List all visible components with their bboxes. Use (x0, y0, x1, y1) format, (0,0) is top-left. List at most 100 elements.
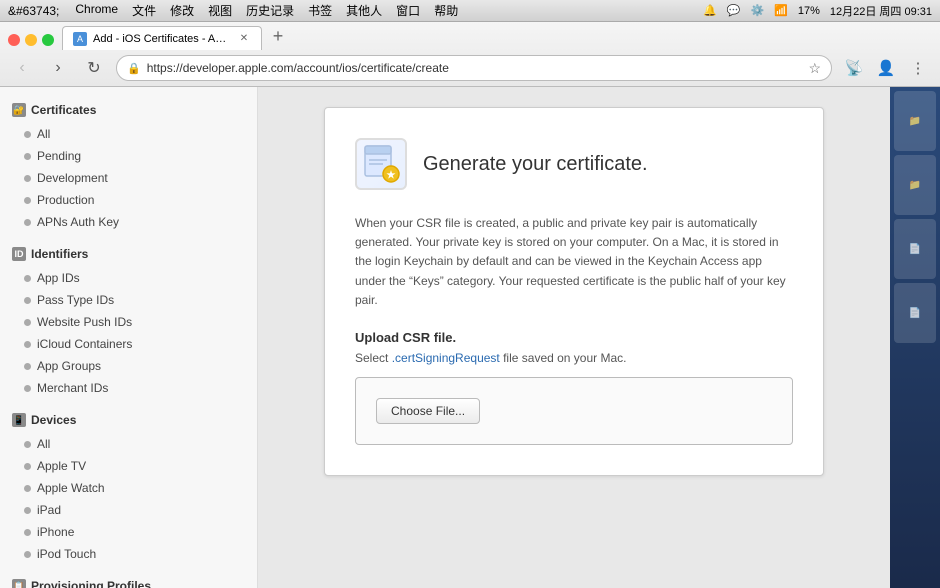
sidebar-dot (24, 507, 31, 514)
identifiers-icon: ID (12, 247, 26, 261)
sidebar-dot (24, 297, 31, 304)
lock-icon: 🔒 (127, 62, 141, 75)
sidebar-dot (24, 275, 31, 282)
sidebar-label: APNs Auth Key (37, 215, 119, 229)
notification-icon: 🔔 (703, 4, 717, 17)
profile-button[interactable]: 👤 (872, 54, 900, 82)
minimize-window-button[interactable] (25, 34, 37, 46)
menu-file[interactable]: 文件 (132, 2, 156, 19)
sidebar-dot (24, 485, 31, 492)
sidebar-label: Pass Type IDs (37, 293, 114, 307)
identifiers-section-label: Identifiers (31, 247, 88, 261)
new-tab-button[interactable]: + (266, 24, 290, 48)
sidebar-item-iphone[interactable]: iPhone (0, 521, 257, 543)
menu-bar-right: 🔔 💬 ⚙️ 📶 17% 12月22日 周四 09:31 (703, 3, 932, 19)
reload-button[interactable]: ↻ (80, 54, 108, 82)
right-panel: 📁 📁 📄 📄 (890, 87, 940, 588)
sidebar-dot (24, 197, 31, 204)
sidebar-item-ipad[interactable]: iPad (0, 499, 257, 521)
sidebar-dot (24, 551, 31, 558)
sidebar-section-profiles: 📋 Provisioning Profiles (0, 573, 257, 588)
sidebar-item-pending[interactable]: Pending (0, 145, 257, 167)
devices-icon: 📱 (12, 413, 26, 427)
upload-subtitle-suffix: file saved on your Mac. (500, 351, 627, 365)
cast-button[interactable]: 📡 (840, 54, 868, 82)
sidebar-label: Apple Watch (37, 481, 105, 495)
maximize-window-button[interactable] (42, 34, 54, 46)
sidebar-dot (24, 529, 31, 536)
card-description: When your CSR file is created, a public … (355, 214, 793, 310)
sidebar-item-apple-tv[interactable]: Apple TV (0, 455, 257, 477)
sidebar-dot (24, 219, 31, 226)
sidebar-label: Website Push IDs (37, 315, 132, 329)
sidebar-label: iCloud Containers (37, 337, 132, 351)
menu-bar: &#63743; Chrome 文件 修改 视图 历史记录 书签 其他人 窗口 … (0, 0, 940, 22)
content-card: ★ Generate your certificate. When your C… (324, 107, 824, 476)
browser-tab[interactable]: A Add - iOS Certificates - Apple ✕ (62, 26, 262, 50)
sidebar-label: Development (37, 171, 108, 185)
menu-bookmarks[interactable]: 书签 (308, 2, 332, 19)
tab-favicon: A (73, 32, 87, 46)
sidebar-item-merchant-ids[interactable]: Merchant IDs (0, 377, 257, 399)
close-window-button[interactable] (8, 34, 20, 46)
menu-people[interactable]: 其他人 (346, 2, 382, 19)
battery-text: 17% (798, 5, 820, 17)
svg-text:★: ★ (387, 170, 396, 181)
sidebar-item-pass-type-ids[interactable]: Pass Type IDs (0, 289, 257, 311)
menu-chrome[interactable]: Chrome (75, 2, 118, 19)
card-header: ★ Generate your certificate. (355, 138, 793, 190)
browser-toolbar: ‹ › ↻ 🔒 https://developer.apple.com/acco… (0, 50, 940, 86)
sidebar-item-app-ids[interactable]: App IDs (0, 267, 257, 289)
sidebar-item-icloud-containers[interactable]: iCloud Containers (0, 333, 257, 355)
certificates-icon: 🔐 (12, 103, 26, 117)
sidebar-dot (24, 153, 31, 160)
menu-edit[interactable]: 修改 (170, 2, 194, 19)
sidebar-label: Pending (37, 149, 81, 163)
sidebar-label: All (37, 127, 50, 141)
menu-bar-items: Chrome 文件 修改 视图 历史记录 书签 其他人 窗口 帮助 (75, 2, 458, 19)
sidebar-item-all-devices[interactable]: All (0, 433, 257, 455)
sidebar-dot (24, 463, 31, 470)
devices-section-label: Devices (31, 413, 76, 427)
menu-button[interactable]: ⋮ (904, 54, 932, 82)
sidebar-item-website-push-ids[interactable]: Website Push IDs (0, 311, 257, 333)
choose-file-button[interactable]: Choose File... (376, 398, 480, 424)
desktop-widget-1: 📁 (894, 91, 936, 151)
sidebar-label: All (37, 437, 50, 451)
menu-view[interactable]: 视图 (208, 2, 232, 19)
sidebar-item-apple-watch[interactable]: Apple Watch (0, 477, 257, 499)
menu-help[interactable]: 帮助 (434, 2, 458, 19)
address-bar[interactable]: 🔒 https://developer.apple.com/account/io… (116, 55, 832, 81)
sidebar-item-ipod-touch[interactable]: iPod Touch (0, 543, 257, 565)
sidebar-item-production[interactable]: Production (0, 189, 257, 211)
sidebar-dot (24, 385, 31, 392)
upload-subtitle-highlight: .certSigningRequest (392, 351, 500, 365)
datetime-text: 12月22日 周四 09:31 (830, 3, 932, 19)
sidebar-label: iPad (37, 503, 61, 517)
upload-box: Choose File... (355, 377, 793, 445)
forward-button[interactable]: › (44, 54, 72, 82)
bookmark-icon[interactable]: ☆ (808, 60, 821, 77)
menu-history[interactable]: 历史记录 (246, 2, 294, 19)
sidebar-label: Merchant IDs (37, 381, 108, 395)
sidebar-item-app-groups[interactable]: App Groups (0, 355, 257, 377)
sidebar-item-all-certs[interactable]: All (0, 123, 257, 145)
tab-close-button[interactable]: ✕ (237, 32, 251, 46)
sidebar-item-apns-auth[interactable]: APNs Auth Key (0, 211, 257, 233)
upload-section-title: Upload CSR file. (355, 330, 793, 345)
sidebar-section-certificates: 🔐 Certificates (0, 97, 257, 123)
sidebar-dot (24, 363, 31, 370)
sidebar-item-development-cert[interactable]: Development (0, 167, 257, 189)
apple-menu[interactable]: &#63743; (8, 4, 59, 18)
tab-title: Add - iOS Certificates - Apple (93, 33, 231, 45)
card-title: Generate your certificate. (423, 153, 648, 176)
desktop-widget-2: 📁 (894, 155, 936, 215)
back-button[interactable]: ‹ (8, 54, 36, 82)
certificates-section-label: Certificates (31, 103, 96, 117)
sidebar-label: Production (37, 193, 94, 207)
sidebar-label: App IDs (37, 271, 80, 285)
sidebar-dot (24, 341, 31, 348)
menu-window[interactable]: 窗口 (396, 2, 420, 19)
toolbar-right: 📡 👤 ⋮ (840, 54, 932, 82)
sidebar-label: Apple TV (37, 459, 86, 473)
